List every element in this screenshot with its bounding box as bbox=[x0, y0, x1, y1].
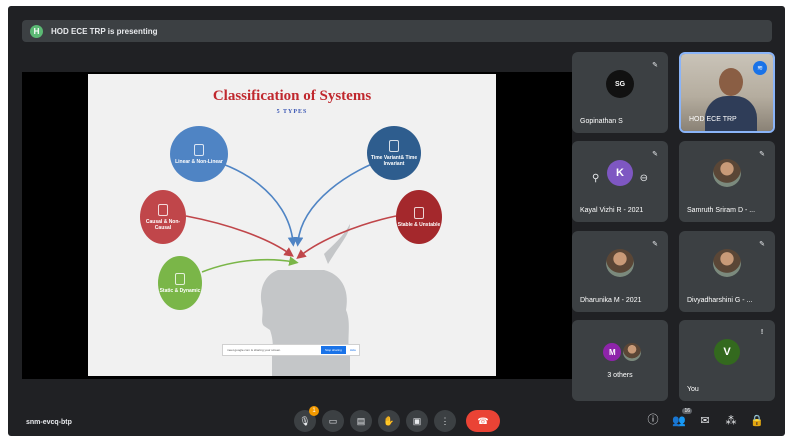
node-static: Static & Dynamic bbox=[158, 256, 202, 310]
participant-tile[interactable]: ✎ Samruth Sriram D - ... bbox=[679, 141, 775, 222]
avatar: V bbox=[714, 339, 740, 366]
mic-off-icon: ✎ bbox=[652, 151, 658, 158]
participant-name: Gopinathan S bbox=[580, 118, 623, 125]
node-time-label: Time Variant& Time Invariant bbox=[370, 154, 418, 167]
participant-tile[interactable]: ✎ ⚲ K ⊖ Kayal Vizhi R - 2021 bbox=[572, 141, 668, 222]
presenter-avatar: H bbox=[30, 24, 43, 38]
others-tile[interactable]: M 3 others bbox=[572, 320, 668, 401]
meet-window: H HOD ECE TRP is presenting Classificati… bbox=[8, 6, 785, 436]
present-icon: ▣ bbox=[412, 415, 422, 426]
participant-name: Dharunika M - 2021 bbox=[580, 297, 642, 304]
participant-name: Divyadharshini G - ... bbox=[687, 297, 753, 304]
node-linear: Linear & Non-Linear bbox=[170, 126, 228, 182]
presenting-bar: H HOD ECE TRP is presenting bbox=[22, 20, 772, 42]
participant-name: HOD ECE TRP bbox=[689, 116, 737, 123]
speaking-indicator-icon: ≋ bbox=[753, 61, 767, 75]
node-linear-label: Linear & Non-Linear bbox=[175, 158, 223, 165]
alert-icon: ! bbox=[760, 329, 764, 336]
people-count: 16 bbox=[682, 408, 692, 414]
clock-icon bbox=[389, 139, 399, 152]
presenting-label: HOD ECE TRP is presenting bbox=[51, 26, 158, 36]
raise-hand-button[interactable]: ✋ bbox=[378, 410, 400, 432]
avatar bbox=[622, 343, 641, 362]
participant-name: You bbox=[687, 386, 699, 393]
participant-tile-speaking[interactable]: ≋ HOD ECE TRP bbox=[679, 52, 775, 133]
node-time-variant: Time Variant& Time Invariant bbox=[367, 126, 421, 180]
document-icon bbox=[194, 143, 204, 156]
others-label: 3 others bbox=[607, 372, 633, 379]
end-call-icon: ☎ bbox=[477, 415, 489, 426]
people-button[interactable]: 👥 16 bbox=[672, 408, 692, 427]
participant-name: Samruth Sriram D - ... bbox=[687, 207, 756, 214]
participant-tile[interactable]: ✎ Dharunika M - 2021 bbox=[572, 231, 668, 312]
pin-icon[interactable]: ⚲ bbox=[592, 173, 599, 184]
captions-button[interactable]: ▤ bbox=[350, 410, 372, 432]
avatar: M bbox=[603, 343, 622, 362]
participant-tile[interactable]: ✎ SG Gopinathan S bbox=[572, 52, 668, 133]
stop-sharing-button[interactable]: Stop sharing bbox=[320, 346, 346, 354]
raise-hand-icon: ✋ bbox=[383, 415, 395, 426]
more-options-icon: ⋮ bbox=[440, 415, 450, 426]
avatar: K bbox=[607, 160, 633, 187]
node-causal: Causal & Non-Causal bbox=[140, 190, 186, 244]
share-banner-text: meet.google.com is sharing your screen. bbox=[227, 348, 282, 352]
captions-icon: ▤ bbox=[356, 415, 366, 426]
participant-tile[interactable]: ✎ Divyadharshini G - ... bbox=[679, 231, 775, 312]
mic-off-icon: ✎ bbox=[652, 241, 658, 248]
node-static-label: Static & Dynamic bbox=[159, 287, 201, 294]
mic-button[interactable]: 🎙 1 bbox=[294, 406, 319, 432]
meeting-code: snm-evcq-btp bbox=[26, 419, 72, 426]
activities-icon[interactable]: ⁂ bbox=[724, 414, 738, 427]
end-call-button[interactable]: ☎ bbox=[466, 410, 500, 432]
camera-button[interactable]: ▭ bbox=[322, 410, 344, 432]
screen-share-banner: meet.google.com is sharing your screen. … bbox=[222, 344, 360, 356]
user-icon bbox=[175, 272, 185, 285]
avatar bbox=[713, 249, 741, 278]
chart-icon bbox=[414, 206, 424, 219]
chat-icon[interactable]: ✉ bbox=[698, 414, 712, 427]
avatar bbox=[606, 249, 634, 278]
more-options-button[interactable]: ⋮ bbox=[434, 410, 456, 432]
self-tile[interactable]: ! V You bbox=[679, 320, 775, 401]
mic-off-icon: ✎ bbox=[652, 62, 658, 69]
hide-banner-button[interactable]: Hide bbox=[350, 348, 359, 352]
host-controls-icon[interactable]: 🔒 bbox=[750, 414, 764, 427]
info-icon[interactable]: ⓘ bbox=[646, 411, 660, 427]
mic-off-icon: ✎ bbox=[759, 151, 765, 158]
node-stable: Stable & Unstable bbox=[396, 190, 442, 244]
node-stable-label: Stable & Unstable bbox=[397, 221, 441, 228]
participant-name: Kayal Vizhi R - 2021 bbox=[580, 207, 644, 214]
mic-icon: 🎙 bbox=[299, 415, 311, 426]
avatar bbox=[713, 159, 741, 188]
node-causal-label: Causal & Non-Causal bbox=[145, 218, 181, 231]
person-head bbox=[719, 68, 743, 96]
mic-badge: 1 bbox=[309, 406, 319, 416]
people-icon: 👥 bbox=[672, 415, 686, 427]
list-icon bbox=[158, 203, 168, 216]
remove-icon[interactable]: ⊖ bbox=[640, 173, 648, 184]
person-body bbox=[705, 96, 757, 131]
avatar: SG bbox=[606, 70, 634, 99]
present-button[interactable]: ▣ bbox=[406, 410, 428, 432]
slide: Classification of Systems 5 TYPES Linear… bbox=[88, 74, 496, 376]
presentation-stage[interactable]: Classification of Systems 5 TYPES Linear… bbox=[22, 72, 572, 379]
mic-off-icon: ✎ bbox=[759, 241, 765, 248]
camera-icon: ▭ bbox=[328, 415, 338, 426]
